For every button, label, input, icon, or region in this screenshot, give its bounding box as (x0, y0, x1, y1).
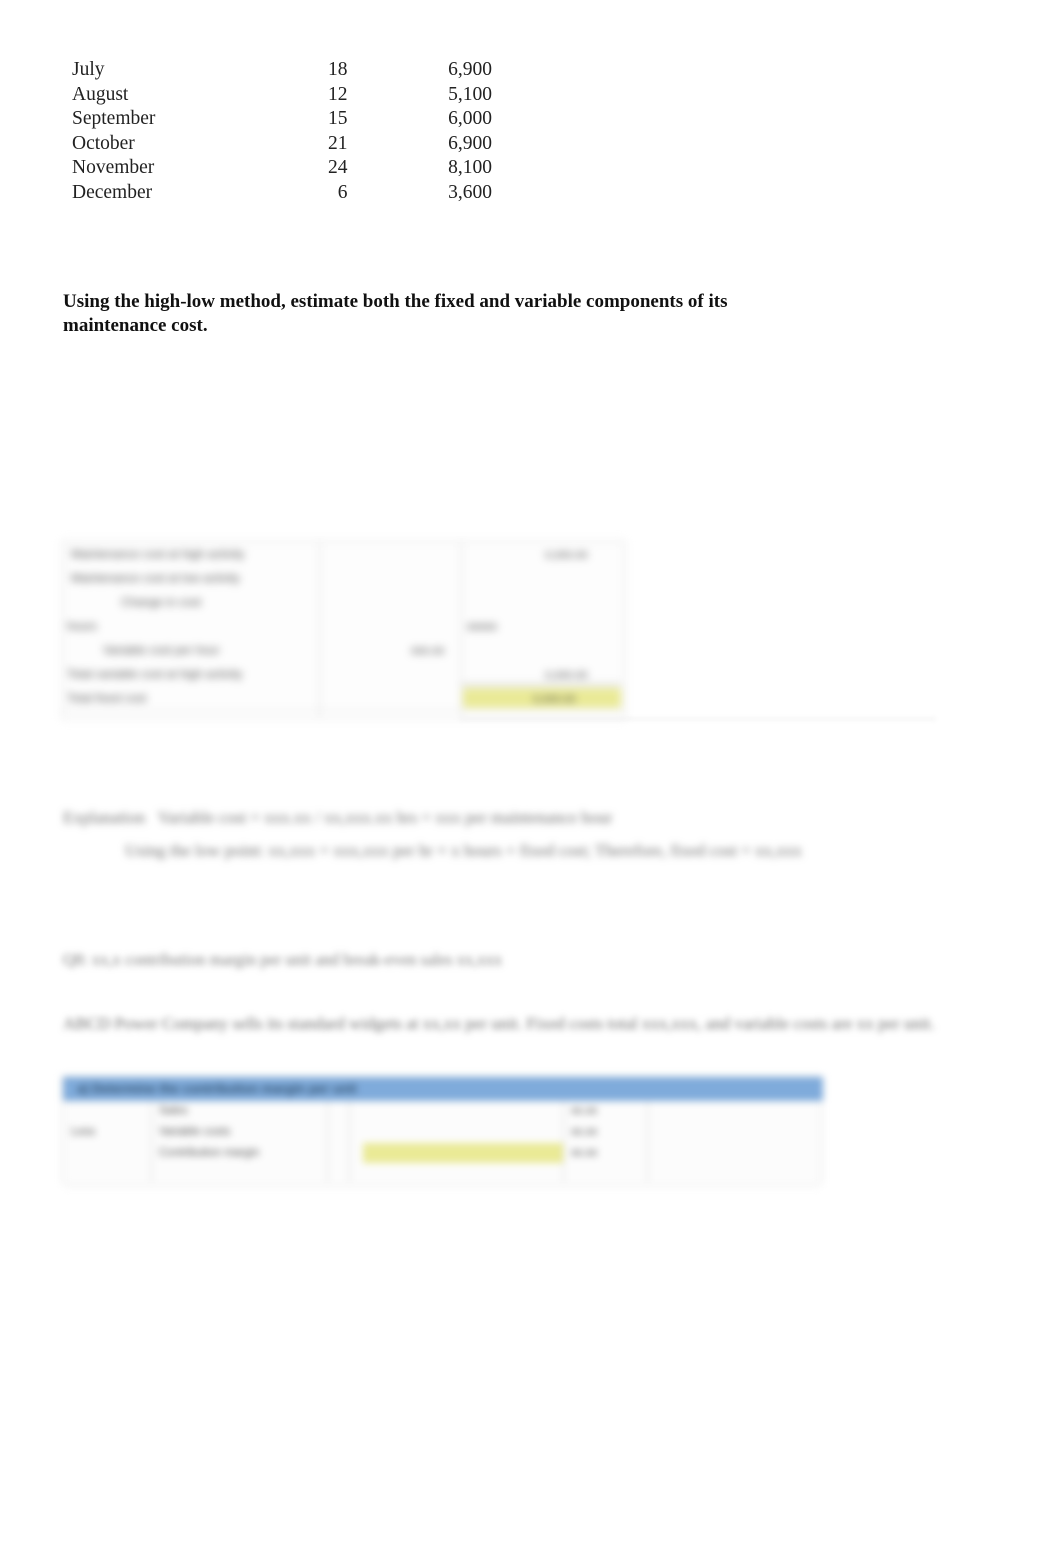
month-name-cell: December (72, 181, 153, 203)
month-cost-cell: 5,100 (448, 83, 492, 105)
spreadsheet-column-divider (647, 1101, 648, 1182)
horizontal-rule (460, 718, 936, 720)
explanation-line-2: Using the low point: xx,xxx = xxx,xxx pe… (125, 841, 802, 861)
sheet-cell-value: xx.xx (571, 1147, 598, 1159)
sheet-cell-label: Total variable cost at high activity (67, 667, 243, 681)
sheet-cell-value: xxx.xx (411, 643, 445, 657)
sheet-cell-value: xx.xx (571, 1105, 598, 1117)
table-row: November 24 8,100 (72, 156, 492, 181)
sheet-cell-label: Change in cost (121, 595, 202, 609)
month-hours-cell: 12 (327, 83, 348, 105)
month-hours-cell: 21 (327, 132, 348, 154)
explanation-block: Explanation Variable cost = xxx.xx / xx,… (63, 806, 963, 863)
spreadsheet-column-divider (319, 542, 320, 718)
high-low-method-prompt: Using the high-low method, estimate both… (63, 291, 728, 336)
spreadsheet-column-divider (461, 542, 462, 718)
sheet-cell-value: xxxxx (467, 619, 497, 633)
monthly-table-body: July 18 6,900 August 12 5,100 September … (72, 58, 492, 205)
month-cost-cell: 8,100 (448, 157, 492, 178)
spreadsheet-row (63, 614, 624, 639)
table-row: July 18 6,900 (72, 58, 492, 83)
sheet-cell-label: Maintenance cost at low activity (71, 571, 240, 585)
month-cost-cell: 3,600 (448, 181, 492, 203)
table-row: September 15 6,000 (72, 107, 492, 132)
month-hours-cell: 24 (327, 157, 348, 178)
spreadsheet-column-divider (563, 1101, 564, 1182)
table-row: August 12 5,100 (72, 83, 492, 108)
sheet-cell-value: x,xxx.xx (533, 691, 576, 705)
spreadsheet-row (63, 1164, 821, 1186)
month-hours-cell: 18 (327, 59, 348, 80)
table-row: October 21 6,900 (72, 132, 492, 157)
month-cost-cell: 6,000 (448, 108, 492, 129)
sheet-cell-label: hours (67, 619, 98, 633)
contribution-margin-sheet: a) Determine the contribution margin per… (62, 1076, 823, 1186)
month-cost-cell: 6,900 (448, 59, 492, 80)
document-page: July 18 6,900 August 12 5,100 September … (0, 0, 1062, 1556)
spreadsheet-column-divider (151, 1101, 152, 1182)
sheet-cell-label: Variable costs (159, 1126, 231, 1138)
explanation-line-1: Explanation Variable cost = xxx.xx / xx,… (63, 808, 613, 827)
sheet-header-label: a) Determine the contribution margin per… (77, 1081, 357, 1096)
sheet-cell-value: x,xxx.xx (545, 547, 588, 561)
table-row: December 6 3,600 (72, 181, 492, 206)
high-low-calculation-sheet: Maintenance cost at high activity Mainte… (62, 541, 625, 719)
sheet-cell-label: Maintenance cost at high activity (71, 547, 245, 561)
sheet-cell-value: xx.xx (571, 1126, 598, 1138)
sheet-cell-label: Less (71, 1126, 96, 1138)
spreadsheet-grid: Maintenance cost at high activity Mainte… (62, 541, 625, 719)
monthly-maintenance-table: July 18 6,900 August 12 5,100 September … (72, 58, 492, 205)
sheet-subtotal-rule (461, 684, 621, 685)
sheet-cell-label: Sales (159, 1105, 188, 1117)
sheet-cell-value: x,xxx.xx (545, 667, 588, 681)
question-number-line: Q8: xx,x contribution margin per unit an… (63, 950, 503, 969)
month-hours-cell: 15 (327, 108, 348, 129)
spreadsheet-grid: a) Determine the contribution margin per… (62, 1076, 823, 1186)
spreadsheet-column-divider (327, 1101, 328, 1182)
spreadsheet-column-divider (349, 1101, 350, 1182)
month-name-cell: September (72, 108, 156, 129)
month-name-cell: October (72, 132, 135, 154)
month-name-cell: November (72, 157, 155, 178)
question-body: ABCD Power Company sells its standard wi… (63, 1014, 935, 1033)
sheet-cell-label: Contribution margin (159, 1147, 260, 1159)
month-cost-cell: 6,900 (448, 132, 492, 154)
sheet-cell-label: Variable cost per hour (103, 643, 220, 657)
month-hours-cell: 6 (337, 181, 348, 203)
month-name-cell: August (72, 83, 129, 105)
sheet-cell-label: Total fixed cost (67, 691, 147, 705)
month-name-cell: July (72, 59, 105, 80)
highlighted-result-cell (363, 1143, 563, 1163)
